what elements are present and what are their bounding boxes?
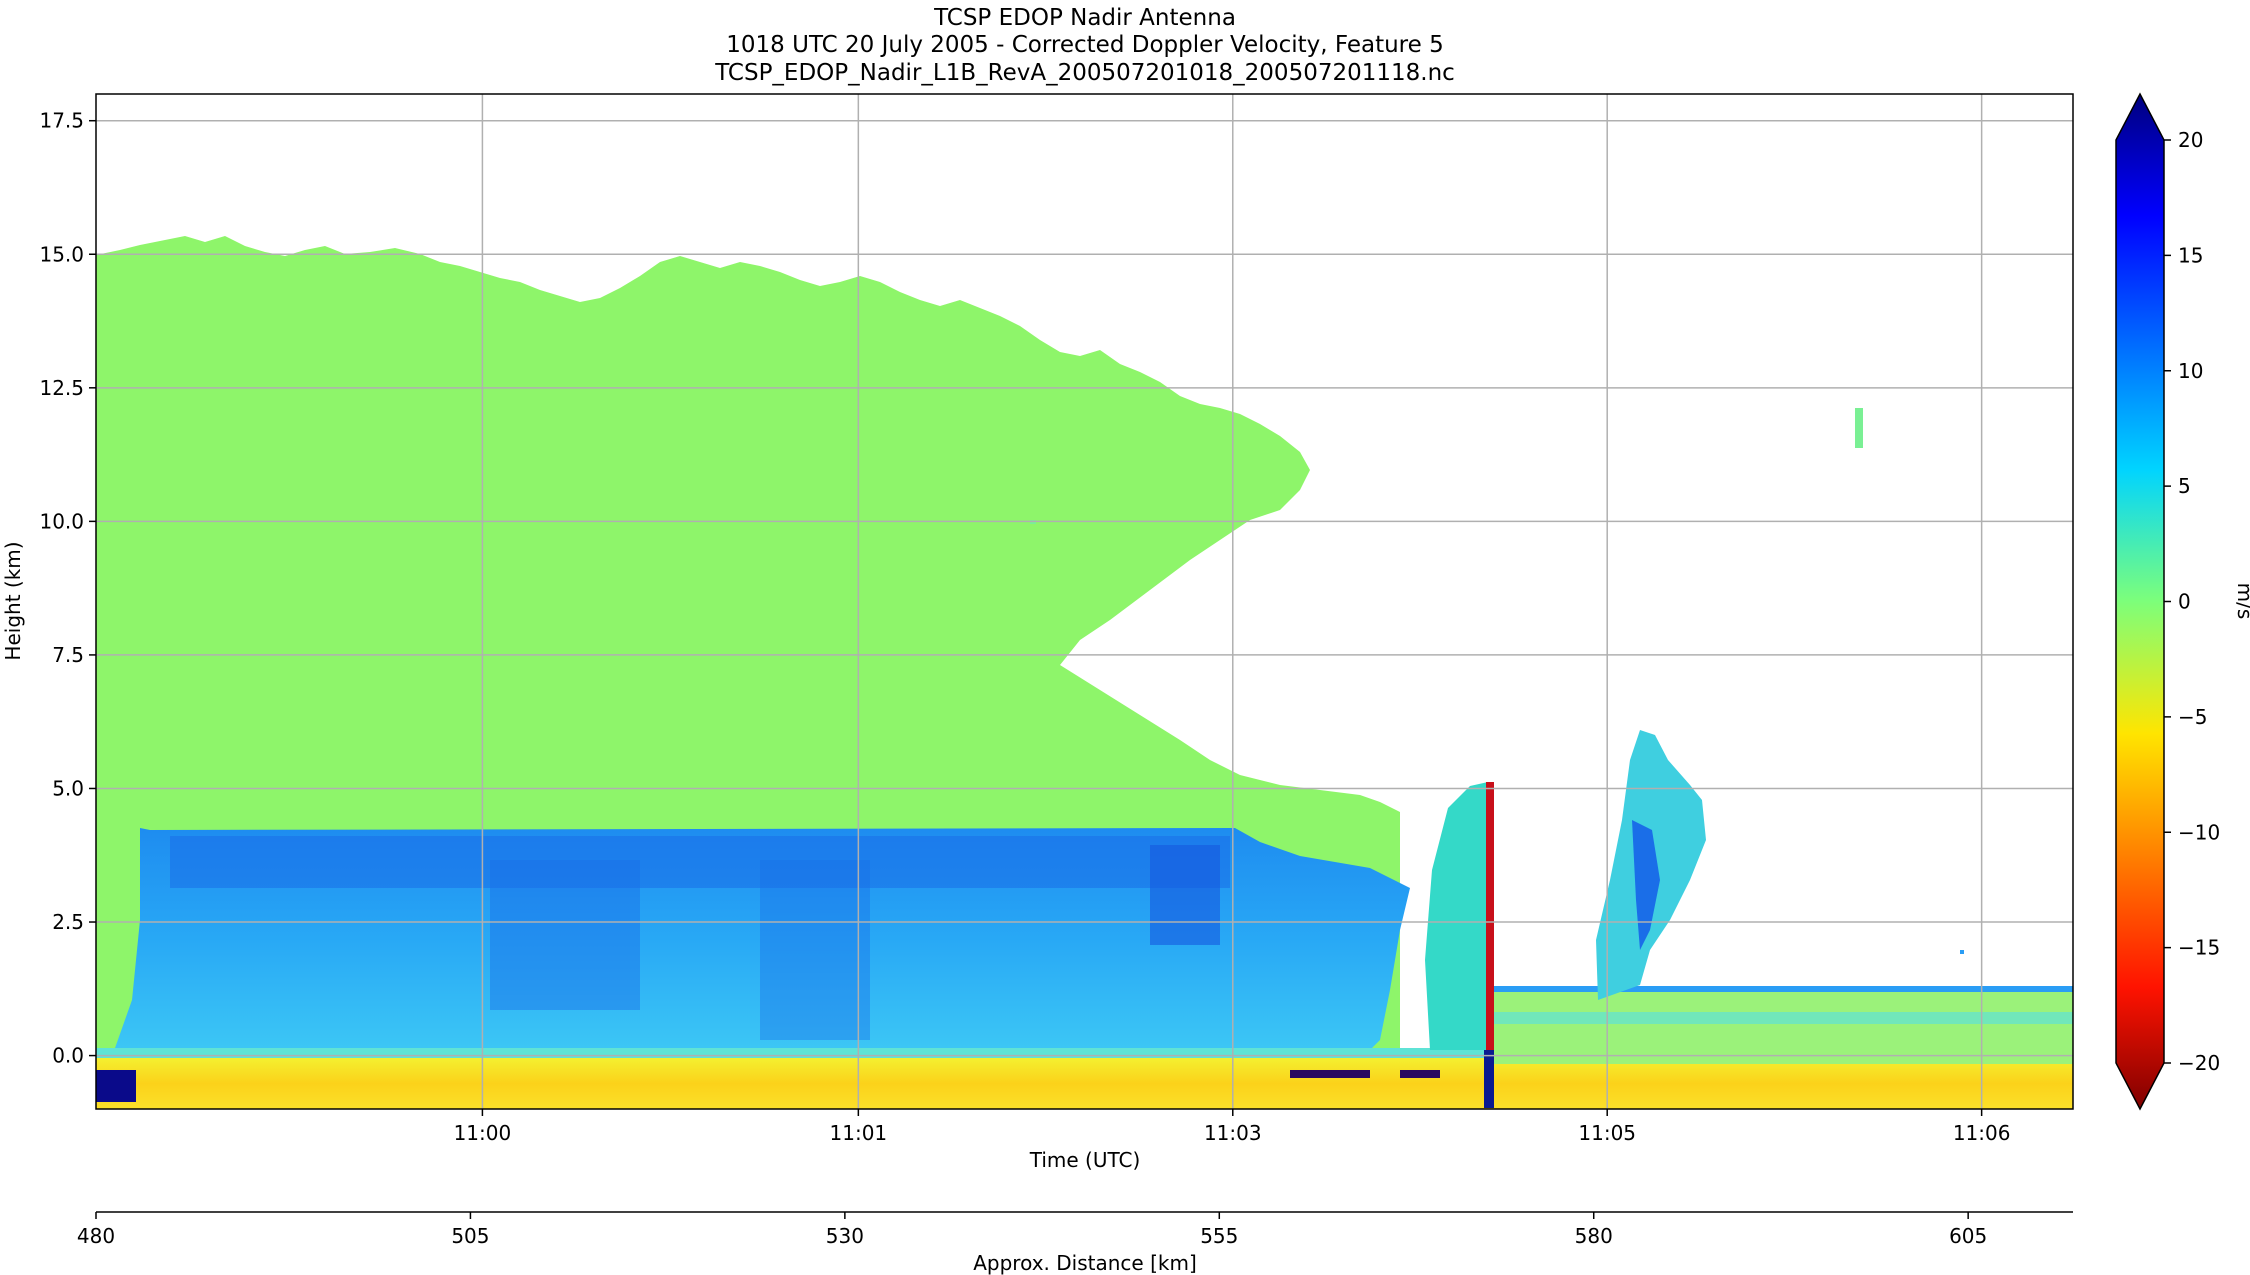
colorbar-tick-label: −15 bbox=[2178, 936, 2220, 960]
x-axis-label: Time (UTC) bbox=[1029, 1148, 1141, 1172]
x2-tick-label: 580 bbox=[1575, 1224, 1613, 1248]
x2-axis-label: Approx. Distance [km] bbox=[973, 1251, 1197, 1275]
low-cloud-top bbox=[1494, 986, 2073, 992]
y-axis-label: Height (km) bbox=[1, 541, 25, 660]
speckle bbox=[1855, 408, 1863, 448]
y-axis: 0.0 2.5 5.0 7.5 10.0 12.5 15.0 17.5 bbox=[39, 109, 96, 1068]
x2-axis: 480 505 530 555 580 605 bbox=[77, 1212, 1987, 1248]
colorbar-tick-label: 5 bbox=[2178, 474, 2191, 498]
x2-tick-label: 480 bbox=[77, 1224, 115, 1248]
plot-area bbox=[96, 94, 2073, 1109]
rain-core bbox=[1150, 845, 1220, 945]
colorbar-tick-label: −5 bbox=[2178, 705, 2207, 729]
updraft-core bbox=[1486, 782, 1494, 1072]
x-tick-label: 11:06 bbox=[1953, 1121, 2011, 1145]
x-axis: 11:0011:0111:0311:0511:0611:08 bbox=[454, 1109, 2011, 1145]
colorbar-tick-label: 10 bbox=[2178, 359, 2203, 383]
y-tick-label: 17.5 bbox=[39, 109, 84, 133]
doppler-velocity-chart: TCSP EDOP Nadir Antenna 1018 UTC 20 July… bbox=[1, 5, 2250, 1275]
rain-core bbox=[490, 860, 640, 1010]
x2-tick-label: 605 bbox=[1949, 1224, 1987, 1248]
colorbar-tick-label: −20 bbox=[2178, 1051, 2220, 1075]
y-tick-label: 2.5 bbox=[52, 910, 84, 934]
y-tick-label: 12.5 bbox=[39, 376, 84, 400]
surface-echo-region bbox=[96, 1058, 2073, 1109]
y-tick-label: 15.0 bbox=[39, 242, 84, 266]
colorbar-body bbox=[2116, 94, 2164, 1109]
rain-core bbox=[760, 860, 870, 1040]
x2-tick-label: 530 bbox=[826, 1224, 864, 1248]
x-tick-label: 11:05 bbox=[1578, 1121, 1636, 1145]
speckle bbox=[1960, 950, 1964, 954]
colorbar-tick-label: 15 bbox=[2178, 243, 2203, 267]
colorbar-tick-label: −10 bbox=[2178, 820, 2220, 844]
downdraft-core bbox=[1484, 1050, 1494, 1108]
chart-title-line-1: TCSP EDOP Nadir Antenna bbox=[933, 5, 1236, 31]
colorbar-label: m/s bbox=[2233, 583, 2250, 620]
ground-return-line bbox=[96, 1048, 1501, 1058]
low-cloud-band bbox=[1494, 1012, 2073, 1024]
colorbar-ticks: 20 15 10 5 0 −5 −10 −15 −20 bbox=[2164, 128, 2220, 1075]
surface-dark-patch bbox=[1290, 1070, 1370, 1078]
y-tick-label: 5.0 bbox=[52, 776, 84, 800]
colorbar bbox=[2115, 92, 2165, 1111]
colorbar-tick-label: 0 bbox=[2178, 590, 2191, 614]
surface-dark-patch bbox=[1400, 1070, 1440, 1078]
colorbar-tick-label: 20 bbox=[2178, 128, 2203, 152]
x-tick-label: 11:01 bbox=[830, 1121, 888, 1145]
rain-core bbox=[170, 836, 1230, 888]
chart-title-line-3: TCSP_EDOP_Nadir_L1B_RevA_200507201018_20… bbox=[714, 60, 1455, 86]
surface-dark-patch bbox=[96, 1070, 136, 1102]
x2-tick-label: 555 bbox=[1200, 1224, 1238, 1248]
chart-title-line-2: 1018 UTC 20 July 2005 - Corrected Dopple… bbox=[726, 32, 1443, 58]
x2-tick-label: 505 bbox=[451, 1224, 489, 1248]
y-tick-label: 0.0 bbox=[52, 1044, 84, 1068]
y-tick-label: 7.5 bbox=[52, 643, 84, 667]
x-tick-label: 11:03 bbox=[1204, 1121, 1262, 1145]
low-cloud-layer bbox=[1494, 986, 2073, 1064]
y-tick-label: 10.0 bbox=[39, 509, 84, 533]
x-tick-label: 11:00 bbox=[454, 1121, 512, 1145]
